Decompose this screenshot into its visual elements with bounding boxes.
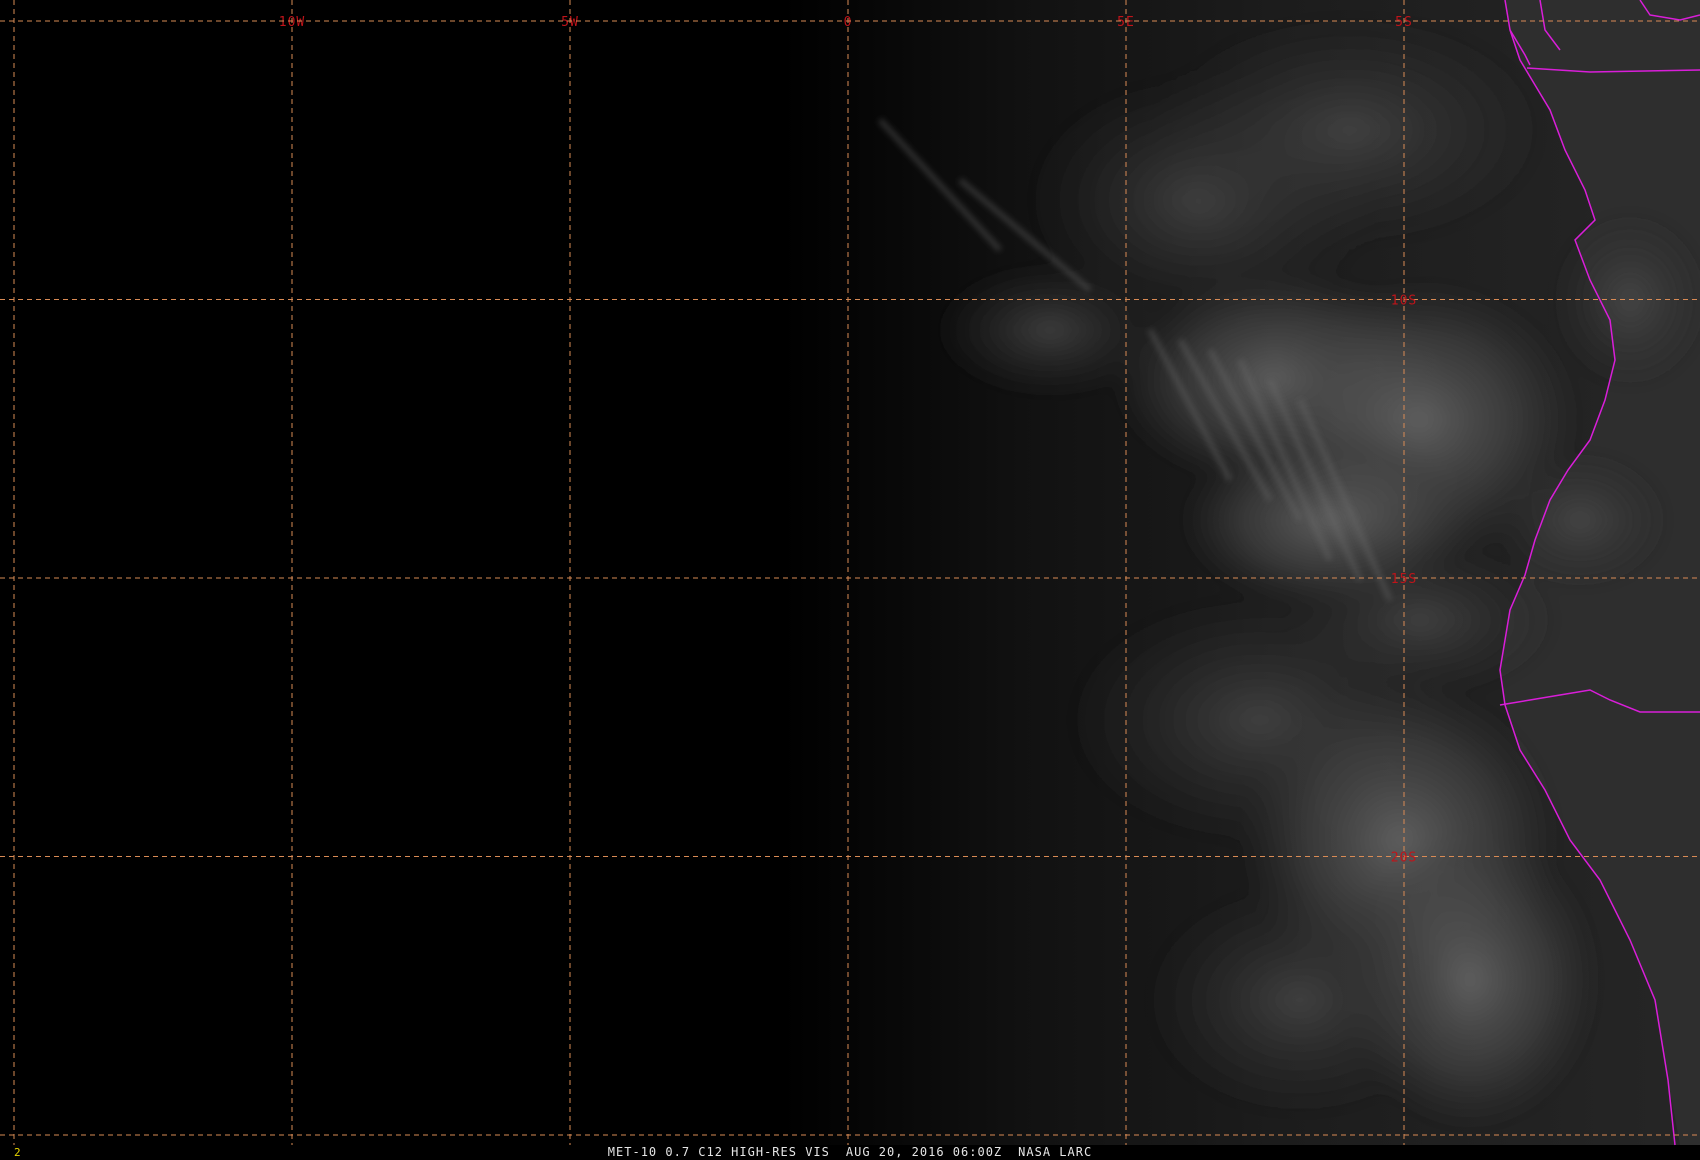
- longitude-label: 5W: [561, 15, 579, 30]
- longitude-label: 0: [844, 15, 853, 30]
- satellite-map: 10W 5W 0 5E 5S 10S 15S 20S 2 MET-10 0.7 C12 HIG…: [0, 0, 1700, 1160]
- latitude-label: 5S: [1395, 15, 1413, 30]
- datetime-label: AUG 20, 2016 06:00Z: [845, 1145, 1003, 1159]
- latitude-label: 10S: [1391, 294, 1417, 309]
- image-caption: MET-10 0.7 C12 HIGH-RES VIS AUG 20, 2016 …: [0, 1145, 1700, 1159]
- longitude-label: 5E: [1117, 15, 1135, 30]
- latitude-label: 20S: [1391, 851, 1417, 866]
- longitude-label: 10W: [279, 15, 305, 30]
- satellite-image: 10W 5W 0 5E 5S 10S 15S 20S: [0, 0, 1700, 1146]
- product-label: MET-10 0.7 C12 HIGH-RES VIS: [607, 1145, 830, 1159]
- source-label: NASA LARC: [1018, 1145, 1093, 1159]
- latitude-label: 15S: [1391, 572, 1417, 587]
